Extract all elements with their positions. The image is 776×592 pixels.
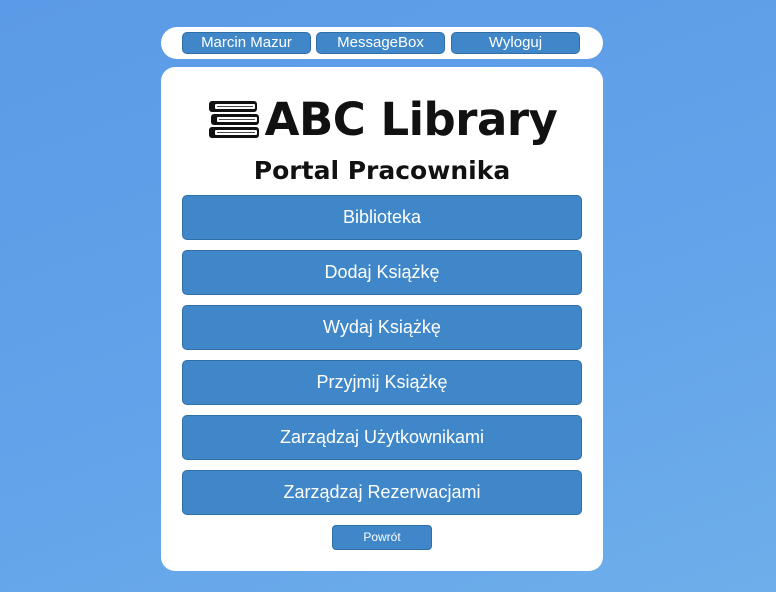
manage-users-button[interactable]: Zarządzaj Użytkownikami bbox=[182, 415, 582, 460]
page-subtitle: Portal Pracownika bbox=[253, 156, 511, 185]
books-stack-icon bbox=[207, 98, 265, 142]
user-name-button[interactable]: Marcin Mazur bbox=[182, 32, 311, 54]
app-title: ABC Library bbox=[264, 93, 558, 146]
top-navigation-bar: Marcin Mazur MessageBox Wyloguj bbox=[161, 27, 603, 59]
manage-reservations-button[interactable]: Zarządzaj Rezerwacjami bbox=[182, 470, 582, 515]
messagebox-button[interactable]: MessageBox bbox=[316, 32, 445, 54]
main-panel: ABC Library Portal Pracownika Biblioteka… bbox=[161, 67, 603, 571]
app-logo: ABC Library bbox=[161, 95, 603, 145]
add-book-button[interactable]: Dodaj Książkę bbox=[182, 250, 582, 295]
return-book-button[interactable]: Przyjmij Książkę bbox=[182, 360, 582, 405]
library-button[interactable]: Biblioteka bbox=[182, 195, 582, 240]
logout-button[interactable]: Wyloguj bbox=[451, 32, 580, 54]
issue-book-button[interactable]: Wydaj Książkę bbox=[182, 305, 582, 350]
back-button[interactable]: Powrót bbox=[332, 525, 432, 550]
